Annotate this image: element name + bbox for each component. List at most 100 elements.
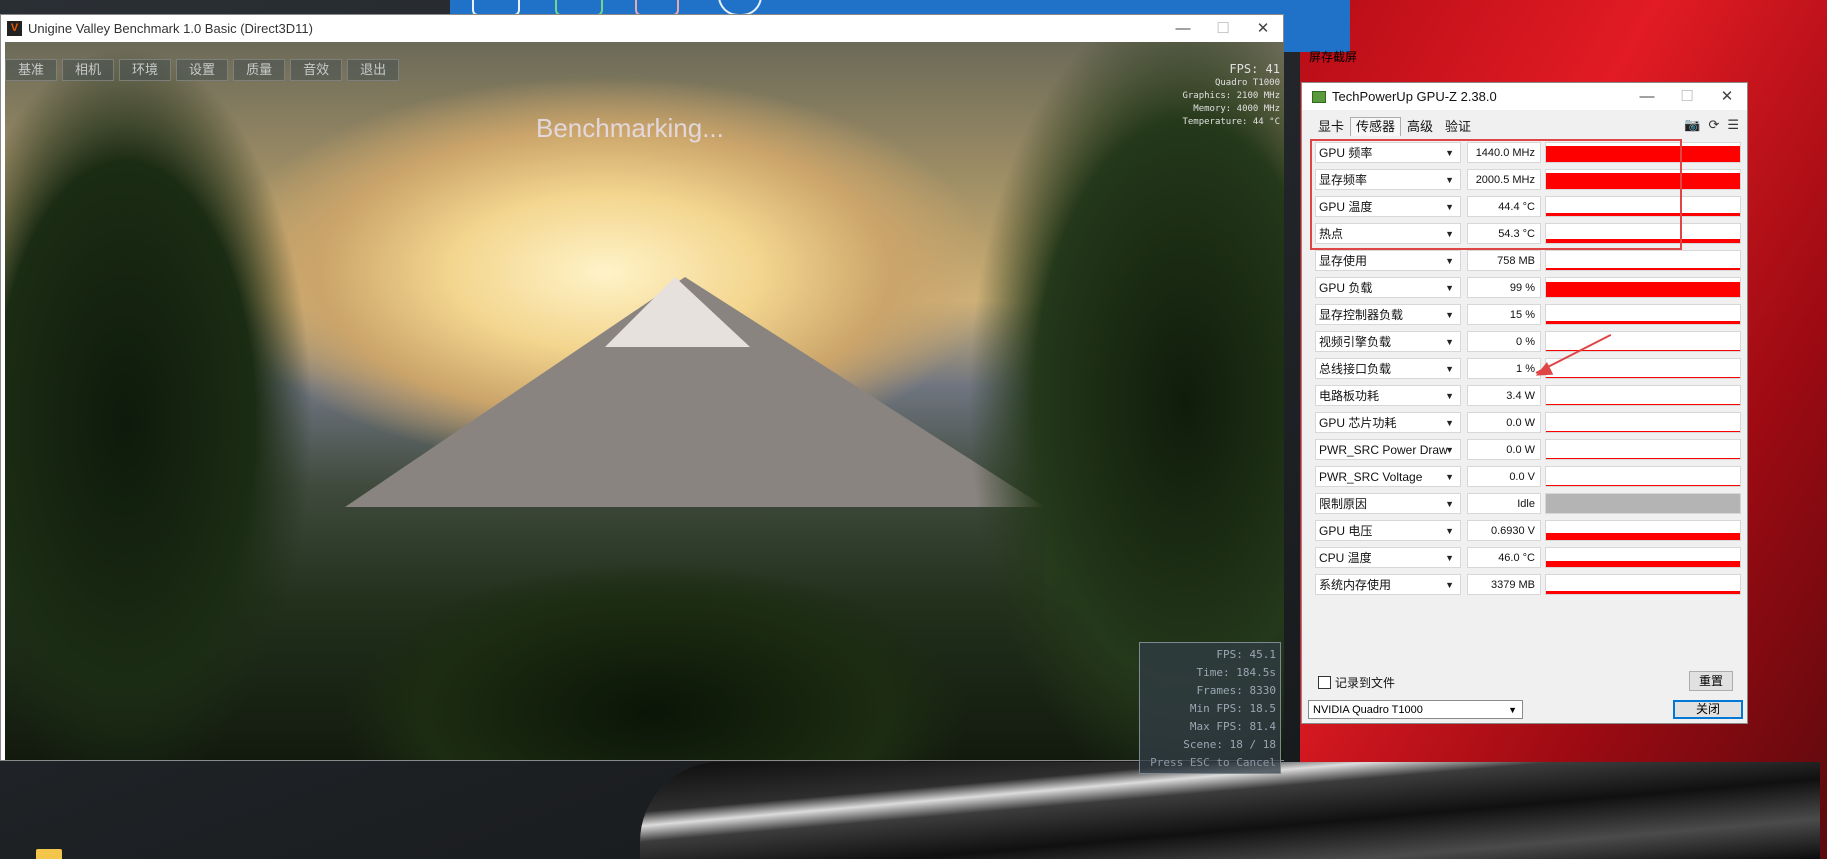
tab-graphics-card[interactable]: 显卡 bbox=[1312, 117, 1350, 137]
sensor-row: PWR_SRC Voltage ▼ 0.0 V bbox=[1312, 466, 1742, 489]
window-title: Unigine Valley Benchmark 1.0 Basic (Dire… bbox=[28, 21, 313, 36]
menu-audio-button[interactable]: 音效 bbox=[290, 59, 343, 81]
sensor-label-dropdown[interactable]: 视频引擎负载 ▼ bbox=[1315, 331, 1461, 352]
sensor-graph bbox=[1545, 358, 1741, 379]
toolbar: 📷 ⟳ ☰ bbox=[1684, 117, 1739, 133]
window-title: TechPowerUp GPU-Z 2.38.0 bbox=[1332, 89, 1497, 104]
sensor-label-dropdown[interactable]: 显存控制器负载 ▼ bbox=[1315, 304, 1461, 325]
sensor-graph bbox=[1545, 439, 1741, 460]
sensor-row: 电路板功耗 ▼ 3.4 W bbox=[1312, 385, 1742, 408]
sensor-row: PWR_SRC Power Draw ▼ 0.0 W bbox=[1312, 439, 1742, 462]
sensor-graph bbox=[1545, 466, 1741, 487]
stats-time: Time: 184.5s bbox=[1196, 666, 1276, 679]
maximize-button[interactable]: ☐ bbox=[1203, 19, 1243, 39]
sensor-label: 视频引擎负载 bbox=[1319, 335, 1392, 349]
valley-logo-icon: V bbox=[7, 21, 22, 36]
sensor-label-dropdown[interactable]: 系统内存使用 ▼ bbox=[1315, 574, 1461, 595]
sensor-label: CPU 温度 bbox=[1319, 551, 1372, 565]
hud-graphics-clock: Graphics: 2100 MHz bbox=[1182, 91, 1280, 101]
log-to-file-label: 记录到文件 bbox=[1335, 676, 1396, 690]
folder-icon[interactable] bbox=[36, 849, 62, 859]
chevron-down-icon: ▼ bbox=[1445, 526, 1454, 536]
sensor-graph-fill bbox=[1546, 485, 1740, 486]
sensor-graph bbox=[1545, 493, 1741, 514]
maximize-button[interactable]: ☐ bbox=[1667, 87, 1707, 107]
sensor-graph-fill bbox=[1546, 281, 1740, 297]
menu-icon[interactable]: ☰ bbox=[1727, 117, 1739, 133]
sensor-label: 显存使用 bbox=[1319, 254, 1368, 268]
sensor-value: 15 % bbox=[1467, 304, 1541, 325]
close-button[interactable]: ✕ bbox=[1707, 87, 1747, 107]
menu-settings-button[interactable]: 设置 bbox=[176, 59, 229, 81]
tab-validation[interactable]: 验证 bbox=[1439, 117, 1477, 137]
reset-button[interactable]: 重置 bbox=[1689, 671, 1733, 691]
log-to-file-checkbox[interactable] bbox=[1318, 676, 1331, 689]
chevron-down-icon: ▼ bbox=[1445, 580, 1454, 590]
sensor-label: GPU 芯片功耗 bbox=[1319, 416, 1397, 430]
chevron-down-icon: ▼ bbox=[1445, 364, 1454, 374]
sensor-label-dropdown[interactable]: 限制原因 ▼ bbox=[1315, 493, 1461, 514]
sensor-label-dropdown[interactable]: CPU 温度 ▼ bbox=[1315, 547, 1461, 568]
sensor-label-dropdown[interactable]: GPU 负载 ▼ bbox=[1315, 277, 1461, 298]
sensor-label-dropdown[interactable]: PWR_SRC Voltage ▼ bbox=[1315, 466, 1461, 487]
benchmark-menu: 基准 相机 环境 设置 质量 音效 退出 bbox=[5, 59, 400, 81]
sensor-label: GPU 负载 bbox=[1319, 281, 1373, 295]
tab-advanced[interactable]: 高级 bbox=[1401, 117, 1439, 137]
refresh-icon[interactable]: ⟳ bbox=[1708, 117, 1719, 133]
sensor-row: 总线接口负载 ▼ 1 % bbox=[1312, 358, 1742, 381]
title-bar[interactable]: V Unigine Valley Benchmark 1.0 Basic (Di… bbox=[1, 15, 1283, 42]
stats-scene: Scene: 18 / 18 bbox=[1183, 738, 1276, 751]
sensor-graph bbox=[1545, 520, 1741, 541]
scene-mountain-snow bbox=[605, 277, 750, 347]
sensor-label-dropdown[interactable]: 电路板功耗 ▼ bbox=[1315, 385, 1461, 406]
menu-camera-button[interactable]: 相机 bbox=[62, 59, 115, 81]
close-button[interactable]: 关闭 bbox=[1673, 700, 1743, 719]
minimize-button[interactable]: — bbox=[1627, 87, 1667, 107]
sensor-graph-fill bbox=[1546, 268, 1740, 270]
stats-panel: FPS: 45.1 Time: 184.5s Frames: 8330 Min … bbox=[1139, 642, 1281, 774]
sensor-label-dropdown[interactable]: GPU 芯片功耗 ▼ bbox=[1315, 412, 1461, 433]
close-button[interactable]: ✕ bbox=[1243, 19, 1283, 39]
sensor-row: 限制原因 ▼ Idle bbox=[1312, 493, 1742, 516]
sensor-label: GPU 电压 bbox=[1319, 524, 1373, 538]
annotation-highlight-box bbox=[1310, 139, 1682, 250]
log-to-file-option[interactable]: 记录到文件 bbox=[1318, 674, 1395, 691]
menu-benchmark-button[interactable]: 基准 bbox=[5, 59, 58, 81]
sensor-graph bbox=[1545, 250, 1741, 271]
sensor-label-dropdown[interactable]: 显存使用 ▼ bbox=[1315, 250, 1461, 271]
sensor-graph bbox=[1545, 574, 1741, 595]
sensor-graph bbox=[1545, 547, 1741, 568]
valley-benchmark-window[interactable]: V Unigine Valley Benchmark 1.0 Basic (Di… bbox=[0, 14, 1284, 774]
sensor-label-dropdown[interactable]: 总线接口负载 ▼ bbox=[1315, 358, 1461, 379]
tab-sensors[interactable]: 传感器 bbox=[1350, 117, 1402, 136]
gpuz-logo-icon bbox=[1312, 91, 1326, 103]
sensor-row: 系统内存使用 ▼ 3379 MB bbox=[1312, 574, 1742, 597]
sensor-value: 46.0 °C bbox=[1467, 547, 1541, 568]
stats-cancel-hint: Press ESC to Cancel bbox=[1150, 756, 1276, 769]
sensor-graph-fill bbox=[1546, 561, 1740, 567]
sensor-label-dropdown[interactable]: PWR_SRC Power Draw ▼ bbox=[1315, 439, 1461, 460]
wallpaper-chrome-bumper bbox=[640, 762, 1820, 859]
sensor-value: 3.4 W bbox=[1467, 385, 1541, 406]
sensor-label: 限制原因 bbox=[1319, 497, 1368, 511]
sensor-label: PWR_SRC Power Draw bbox=[1319, 443, 1448, 457]
hud-fps: FPS: 41 bbox=[1229, 62, 1280, 76]
menu-exit-button[interactable]: 退出 bbox=[347, 59, 400, 81]
sensor-label: PWR_SRC Voltage bbox=[1319, 470, 1423, 484]
sensor-value: 3379 MB bbox=[1467, 574, 1541, 595]
sensor-value: 0.0 V bbox=[1467, 466, 1541, 487]
title-bar[interactable]: TechPowerUp GPU-Z 2.38.0 — ☐ ✕ bbox=[1302, 83, 1747, 110]
sensor-graph-fill bbox=[1546, 533, 1740, 540]
sensor-value: 0.0 W bbox=[1467, 412, 1541, 433]
chevron-down-icon: ▼ bbox=[1445, 310, 1454, 320]
gpu-select[interactable]: NVIDIA Quadro T1000 ▼ bbox=[1308, 700, 1523, 719]
menu-environment-button[interactable]: 环境 bbox=[119, 59, 172, 81]
stats-max-fps: Max FPS: 81.4 bbox=[1189, 720, 1276, 733]
sensor-label-dropdown[interactable]: GPU 电压 ▼ bbox=[1315, 520, 1461, 541]
sensor-graph bbox=[1545, 331, 1741, 352]
minimize-button[interactable]: — bbox=[1163, 19, 1203, 39]
menu-quality-button[interactable]: 质量 bbox=[233, 59, 286, 81]
sensor-label: 显存控制器负载 bbox=[1319, 308, 1404, 322]
camera-icon[interactable]: 📷 bbox=[1684, 117, 1700, 133]
chevron-down-icon: ▼ bbox=[1445, 553, 1454, 563]
